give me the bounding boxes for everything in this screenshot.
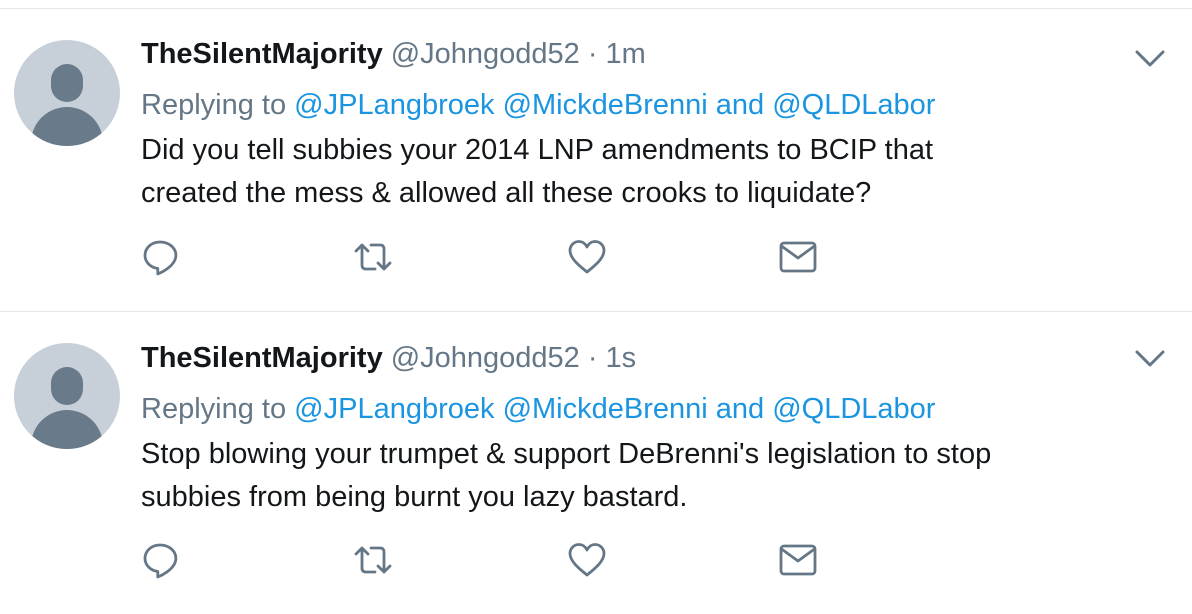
tweet-text-line: Did you tell subbies your 2014 LNP amend…: [141, 134, 934, 166]
direct-message-button[interactable]: [778, 237, 818, 277]
heart-icon: [567, 237, 607, 277]
separator-dot: ·: [587, 342, 598, 374]
mention-link[interactable]: @MickdeBrenni: [503, 89, 708, 121]
mention-link[interactable]: @MickdeBrenni: [503, 393, 708, 425]
tweet-1[interactable]: TheSilentMajority @Johngodd52 · 1m Replying…: [0, 9, 1192, 311]
tweet-text-line: created the mess & allowed all these cro…: [141, 177, 872, 209]
tweet-menu-caret[interactable]: [1133, 343, 1167, 373]
avatar-head-shape: [51, 64, 83, 102]
others-link[interactable]: and @QLDLabor: [716, 393, 936, 425]
reply-button[interactable]: [141, 237, 181, 277]
replying-to-line: Replying to @JPLangbroek @MickdeBrenni a…: [141, 392, 935, 426]
like-button[interactable]: [567, 237, 607, 277]
and-label: and: [715, 89, 765, 121]
mention-link[interactable]: @QLDLabor: [772, 89, 935, 121]
avatar-body-shape: [31, 107, 103, 146]
avatar-body-shape: [31, 410, 103, 449]
reply-icon: [141, 540, 181, 580]
retweet-icon: [353, 540, 393, 580]
retweet-icon: [353, 237, 393, 277]
retweet-button[interactable]: [353, 237, 393, 277]
mention-link[interactable]: @JPLangbroek: [294, 393, 494, 425]
tweet-2[interactable]: TheSilentMajority @Johngodd52 · 1s Replying…: [0, 312, 1192, 614]
reply-button[interactable]: [141, 540, 181, 580]
tweet-text-line: Stop blowing your trumpet & support DeBr…: [141, 438, 992, 470]
mention-link[interactable]: @JPLangbroek: [294, 89, 494, 121]
avatar-head-shape: [51, 367, 83, 405]
avatar[interactable]: [14, 343, 120, 449]
others-link[interactable]: and @QLDLabor: [716, 89, 936, 121]
replying-to-label: Replying to: [141, 89, 287, 121]
reply-icon: [141, 237, 181, 277]
avatar[interactable]: [14, 40, 120, 146]
separator-dot: ·: [587, 38, 598, 70]
heart-icon: [567, 540, 607, 580]
timestamp[interactable]: 1m: [605, 38, 645, 70]
username-handle[interactable]: @Johngodd52: [391, 342, 580, 374]
tweet-header: TheSilentMajority @Johngodd52 · 1m: [141, 37, 646, 71]
chevron-down-icon: [1133, 350, 1167, 377]
envelope-icon: [778, 237, 818, 277]
mention-link[interactable]: @QLDLabor: [772, 393, 935, 425]
display-name[interactable]: TheSilentMajority: [141, 342, 383, 374]
tweet-text: Did you tell subbies your 2014 LNP amend…: [141, 129, 1161, 215]
direct-message-button[interactable]: [778, 540, 818, 580]
chevron-down-icon: [1133, 50, 1167, 77]
tweet-header: TheSilentMajority @Johngodd52 · 1s: [141, 341, 636, 375]
tweet-menu-caret[interactable]: [1133, 43, 1167, 73]
and-label: and: [715, 393, 765, 425]
replying-to-label: Replying to: [141, 393, 287, 425]
retweet-button[interactable]: [353, 540, 393, 580]
like-button[interactable]: [567, 540, 607, 580]
tweet-text-line: subbies from being burnt you lazy bastar…: [141, 481, 688, 513]
display-name[interactable]: TheSilentMajority: [141, 38, 383, 70]
username-handle[interactable]: @Johngodd52: [391, 38, 580, 70]
envelope-icon: [778, 540, 818, 580]
tweet-text: Stop blowing your trumpet & support DeBr…: [141, 433, 1161, 519]
replying-to-line: Replying to @JPLangbroek @MickdeBrenni a…: [141, 88, 935, 122]
timestamp[interactable]: 1s: [605, 342, 636, 374]
